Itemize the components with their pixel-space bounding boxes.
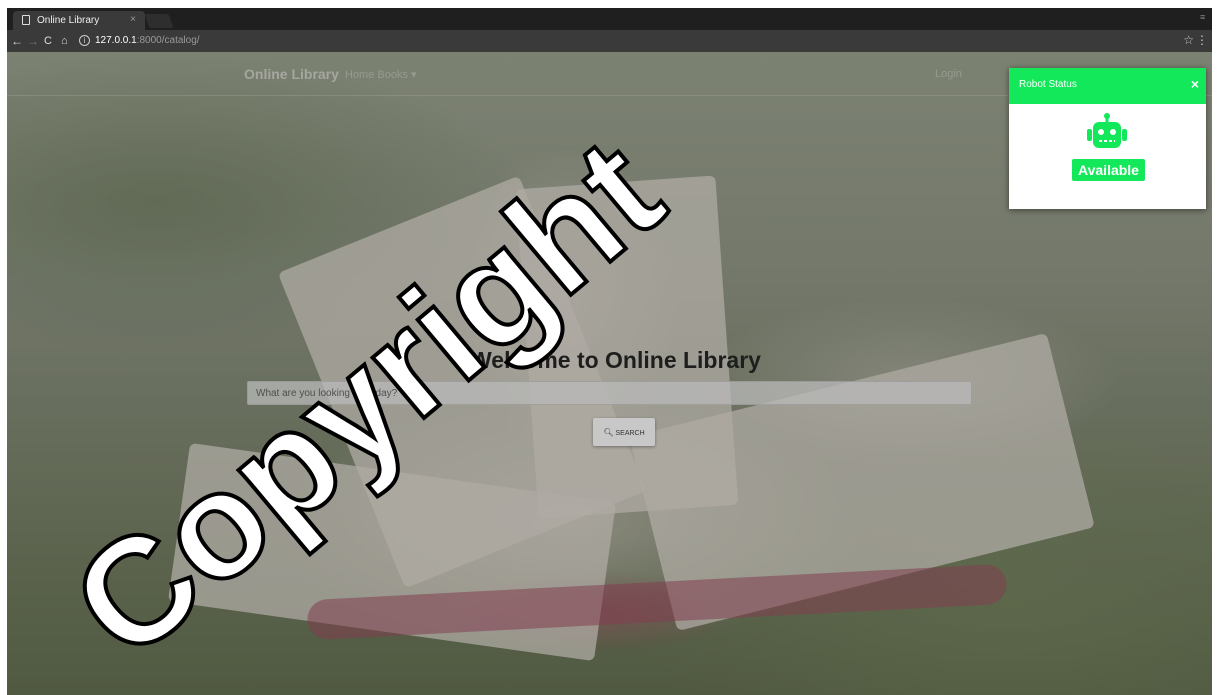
browser-menu-icon[interactable]: ⋮ <box>1196 33 1208 47</box>
search-icon: 🔍︎ <box>603 427 614 437</box>
new-tab-button[interactable] <box>144 14 174 28</box>
url-path: :8000/catalog/ <box>136 35 200 46</box>
robot-icon <box>1087 113 1127 148</box>
address-toolbar: ← → C ⌂ i 127.0.0.1:8000/catalog/ ☆ ⋮ <box>7 30 1212 52</box>
site-nav-right[interactable]: Login <box>935 68 962 80</box>
robot-status-header: Robot Status × <box>1009 68 1206 104</box>
tab-title: Online Library <box>37 15 100 26</box>
tab-close-icon[interactable]: × <box>130 14 136 25</box>
site-info-icon[interactable]: i <box>79 35 90 46</box>
tab-online-library[interactable]: Online Library × <box>13 11 145 30</box>
page-viewport: Online Library Home Books ▾ Login Welcom… <box>7 52 1212 695</box>
back-icon[interactable]: ← <box>11 33 23 49</box>
close-icon[interactable]: × <box>1191 76 1199 92</box>
reload-icon[interactable]: C <box>44 33 52 49</box>
tab-strip: Online Library × ≡ <box>7 8 1212 30</box>
forward-icon[interactable]: → <box>27 33 39 49</box>
page-title: Welcome to Online Library <box>470 347 761 373</box>
url-bar[interactable]: 127.0.0.1:8000/catalog/ <box>95 35 200 46</box>
window-menu-icon[interactable]: ≡ <box>1200 12 1208 22</box>
bookmark-star-icon[interactable]: ☆ <box>1183 33 1194 47</box>
page-icon <box>22 15 30 25</box>
home-icon[interactable]: ⌂ <box>61 33 68 49</box>
url-host: 127.0.0.1 <box>95 35 137 46</box>
site-nav-menu[interactable]: Home Books ▾ <box>345 68 417 81</box>
search-button-label: SEARCH <box>615 429 645 437</box>
site-brand[interactable]: Online Library <box>244 66 339 82</box>
status-badge: Available <box>1072 159 1145 181</box>
search-input[interactable] <box>247 381 972 405</box>
robot-status-panel: Robot Status × Available <box>1009 68 1206 209</box>
search-button[interactable]: 🔍︎ SEARCH <box>593 418 655 446</box>
robot-status-title: Robot Status <box>1019 79 1077 90</box>
robot-status-body: Available <box>1009 104 1206 209</box>
browser-window: Online Library × ≡ ← → C ⌂ i 127.0.0.1:8… <box>7 8 1212 695</box>
